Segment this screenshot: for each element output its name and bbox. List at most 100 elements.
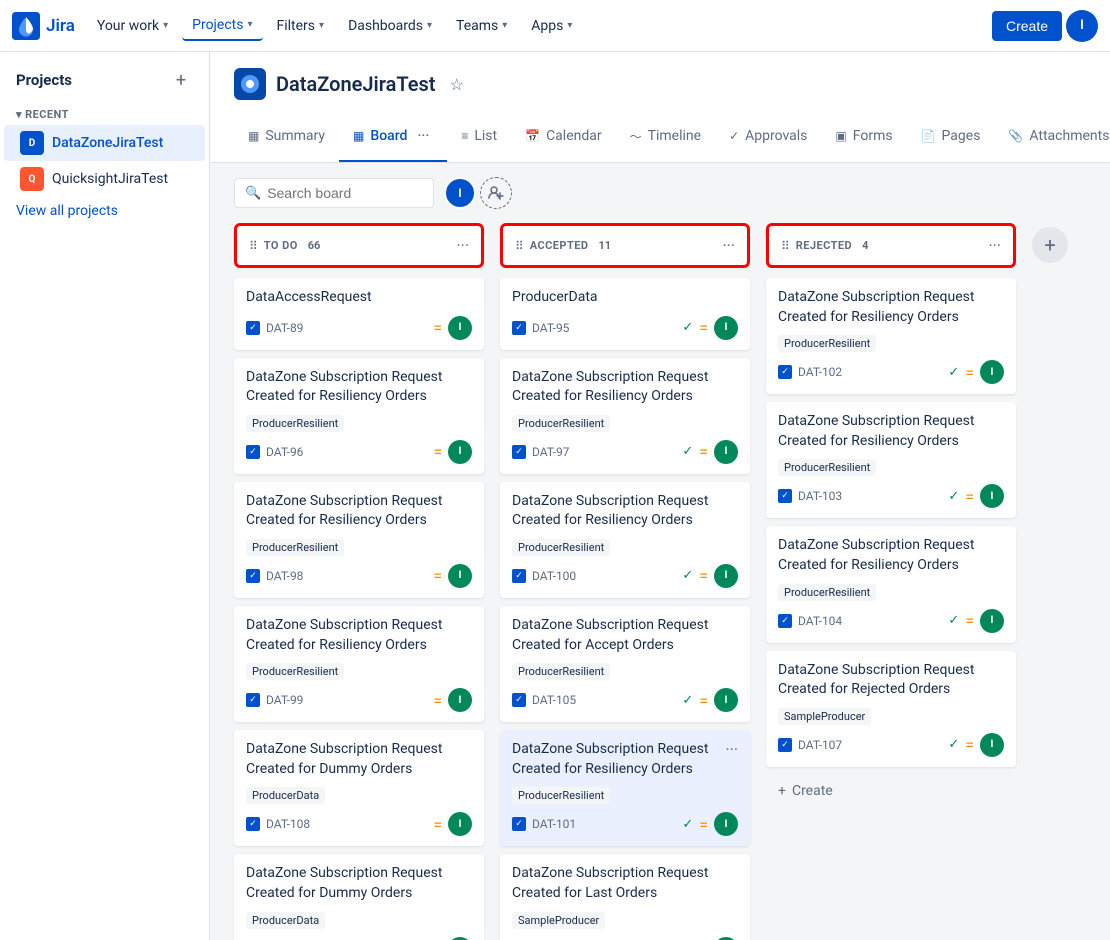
project-tabs: ▦ Summary ▦ Board ··· ≡ List 📅 Calendar	[234, 112, 1086, 162]
card-dat105[interactable]: DataZone Subscription Request Created fo…	[500, 606, 750, 722]
forms-tab-icon: ▣	[835, 129, 846, 143]
sidebar-add-button[interactable]: +	[169, 68, 193, 92]
priority-icon: =	[433, 442, 442, 461]
sidebar-item-datazone[interactable]: D DataZoneJiraTest	[4, 125, 205, 161]
tab-attachments[interactable]: 📎 Attachments	[994, 112, 1110, 162]
priority-icon: =	[699, 691, 708, 710]
user-avatar-1[interactable]: I	[444, 177, 476, 209]
chevron-down-icon: ▾	[163, 20, 168, 31]
view-all-projects-link[interactable]: View all projects	[0, 197, 209, 225]
card-dat104[interactable]: DataZone Subscription Request Created fo…	[766, 526, 1016, 642]
card-avatar: I	[714, 688, 738, 712]
tab-board[interactable]: ▦ Board ···	[339, 112, 447, 162]
list-tab-icon: ≡	[461, 129, 468, 143]
card-checkbox	[778, 489, 792, 503]
card-dat107[interactable]: DataZone Subscription Request Created fo…	[766, 651, 1016, 767]
card-tag: ProducerResilient	[512, 415, 610, 432]
card-title: DataAccessRequest	[246, 288, 472, 308]
card-footer: DAT-99 = I	[246, 688, 472, 712]
check-icon: ✓	[682, 320, 693, 335]
card-id: DAT-108	[266, 817, 310, 831]
card-dat102[interactable]: DataZone Subscription Request Created fo…	[766, 278, 1016, 394]
card-avatar: I	[980, 484, 1004, 508]
card-id: DAT-100	[532, 569, 576, 583]
priority-icon: =	[699, 442, 708, 461]
priority-icon: =	[965, 363, 974, 382]
create-card-button[interactable]: + Create	[766, 775, 1016, 807]
nav-filters[interactable]: Filters ▾	[267, 12, 335, 40]
card-checkbox	[246, 321, 260, 335]
card-dat100[interactable]: DataZone Subscription Request Created fo…	[500, 482, 750, 598]
avatar[interactable]: I	[1066, 10, 1098, 42]
card-dat108[interactable]: DataZone Subscription Request Created fo…	[234, 730, 484, 846]
card-dat98[interactable]: DataZone Subscription Request Created fo…	[234, 482, 484, 598]
search-board-box[interactable]: 🔍	[234, 178, 434, 208]
card-avatar: I	[448, 812, 472, 836]
card-footer: DAT-107 ✓ = I	[778, 733, 1004, 757]
project-title-row: DataZoneJiraTest ☆	[234, 68, 1086, 100]
card-id: DAT-98	[266, 569, 303, 583]
tab-timeline[interactable]: 〜 Timeline	[616, 112, 715, 162]
sidebar-item-label-datazone: DataZoneJiraTest	[52, 135, 163, 151]
card-avatar: I	[448, 440, 472, 464]
add-people-button[interactable]	[480, 177, 512, 209]
card-dat99[interactable]: DataZone Subscription Request Created fo…	[234, 606, 484, 722]
card-tag: ProducerResilient	[246, 539, 344, 556]
tab-summary[interactable]: ▦ Summary	[234, 112, 339, 162]
sidebar-header: Projects +	[0, 68, 209, 100]
check-icon: ✓	[682, 444, 693, 459]
nav-your-work[interactable]: Your work ▾	[87, 12, 178, 40]
card-footer: DAT-98 = I	[246, 564, 472, 588]
nav-projects[interactable]: Projects ▾	[182, 11, 262, 41]
card-dat95[interactable]: ProducerData DAT-95 ✓ = I	[500, 278, 750, 350]
card-title: DataZone Subscription Request Created fo…	[778, 661, 1004, 700]
star-icon[interactable]: ☆	[449, 75, 463, 94]
nav-teams[interactable]: Teams ▾	[446, 12, 517, 40]
tab-calendar[interactable]: 📅 Calendar	[511, 112, 616, 162]
logo[interactable]: Jira	[12, 12, 75, 40]
card-dat96[interactable]: DataZone Subscription Request Created fo…	[234, 358, 484, 474]
add-column-button[interactable]: +	[1032, 227, 1068, 263]
card-dat97[interactable]: DataZone Subscription Request Created fo…	[500, 358, 750, 474]
card-checkbox	[778, 614, 792, 628]
sidebar-recent-toggle[interactable]: ▾ RECENT	[0, 100, 209, 125]
tab-forms[interactable]: ▣ Forms	[821, 112, 906, 162]
card-dat101[interactable]: DataZone Subscription Request Created fo…	[500, 730, 750, 846]
nav-dashboards[interactable]: Dashboards ▾	[338, 12, 442, 40]
avatar-group: I	[444, 177, 512, 209]
tab-approvals[interactable]: ✓ Approvals	[715, 112, 821, 162]
card-footer: DAT-95 ✓ = I	[512, 316, 738, 340]
card-checkbox	[512, 445, 526, 459]
sidebar-item-quicksight[interactable]: Q QuicksightJiraTest	[4, 161, 205, 197]
tab-pages[interactable]: 📄 Pages	[907, 112, 995, 162]
main-content: DataZoneJiraTest ☆ ▦ Summary ▦ Board ···…	[210, 52, 1110, 940]
card-more-icon[interactable]: ···	[725, 740, 738, 759]
chevron-down-icon: ▾	[16, 108, 25, 121]
approvals-tab-icon: ✓	[729, 129, 739, 143]
card-dat109[interactable]: DataZone Subscription Request Created fo…	[234, 854, 484, 940]
card-dat106[interactable]: DataZone Subscription Request Created fo…	[500, 854, 750, 940]
column-more-icon[interactable]: ···	[722, 236, 735, 255]
column-more-icon[interactable]: ···	[988, 236, 1001, 255]
card-id: DAT-102	[798, 365, 842, 379]
tab-more-icon[interactable]: ···	[413, 120, 433, 152]
drag-handle-icon: ⠿	[781, 239, 790, 253]
card-avatar: I	[714, 937, 738, 940]
nav-apps[interactable]: Apps ▾	[521, 12, 582, 40]
board-tab-icon: ▦	[353, 129, 364, 143]
project-icon-datazone: D	[20, 131, 44, 155]
search-input[interactable]	[267, 185, 423, 201]
column-more-icon[interactable]: ···	[456, 236, 469, 255]
card-id: DAT-104	[798, 614, 842, 628]
create-button[interactable]: Create	[992, 11, 1062, 41]
card-checkbox	[246, 693, 260, 707]
chevron-down-icon: ▾	[427, 20, 432, 31]
card-tag: SampleProducer	[512, 912, 605, 929]
card-id: DAT-96	[266, 445, 303, 459]
card-avatar: I	[714, 812, 738, 836]
check-icon: ✓	[682, 817, 693, 832]
chevron-down-icon: ▾	[502, 20, 507, 31]
card-dat103[interactable]: DataZone Subscription Request Created fo…	[766, 402, 1016, 518]
tab-list[interactable]: ≡ List	[447, 112, 511, 162]
card-dat89[interactable]: DataAccessRequest DAT-89 = I	[234, 278, 484, 350]
